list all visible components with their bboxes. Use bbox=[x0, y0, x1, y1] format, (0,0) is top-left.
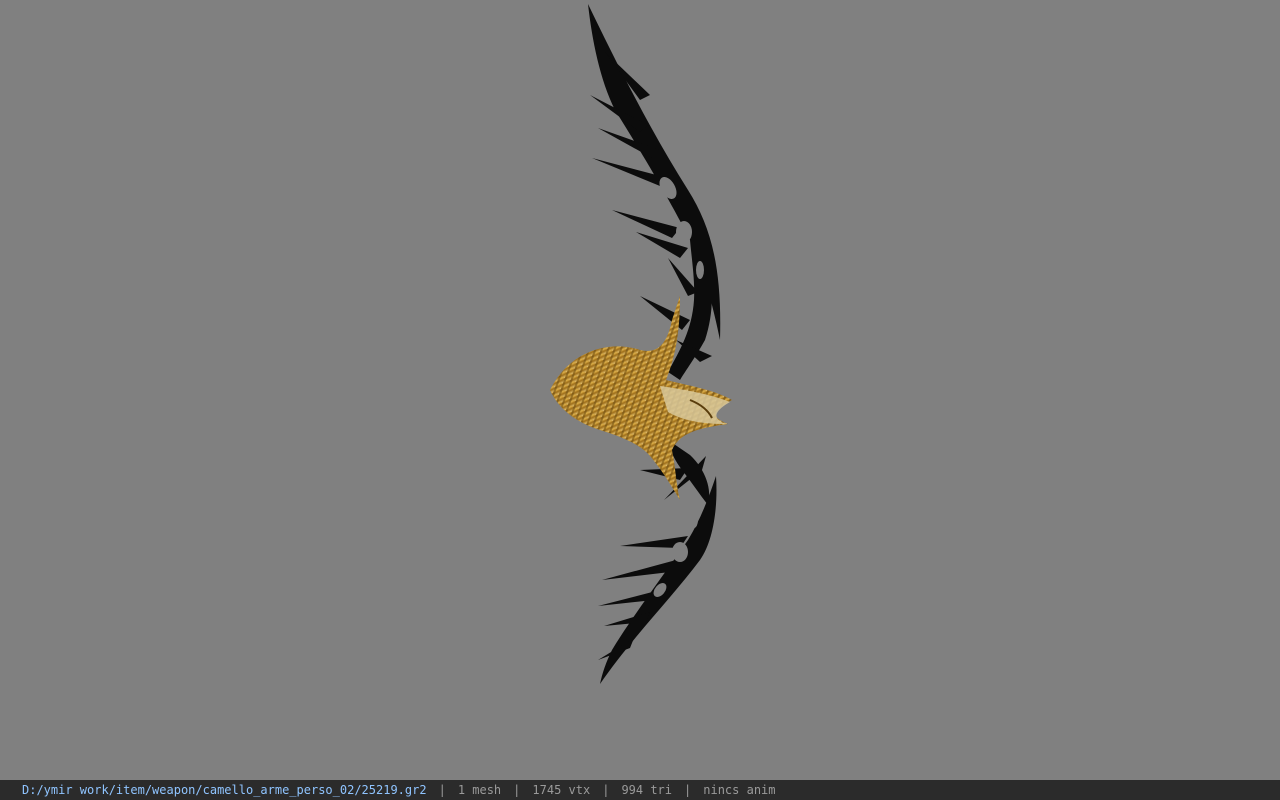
file-path: D:/ymir work/item/weapon/camello_arme_pe… bbox=[22, 783, 427, 797]
animation-status: nincs anim bbox=[703, 783, 776, 797]
status-bar: D:/ymir work/item/weapon/camello_arme_pe… bbox=[0, 780, 1280, 800]
separator: | bbox=[438, 783, 446, 797]
upper-limb bbox=[588, 4, 721, 380]
vertex-count: 1745 vtx bbox=[532, 783, 591, 797]
lower-limb bbox=[598, 440, 717, 684]
mesh-count: 1 mesh bbox=[457, 783, 502, 797]
model-viewport[interactable] bbox=[0, 0, 1280, 780]
separator: | bbox=[513, 783, 521, 797]
separator: | bbox=[602, 783, 610, 797]
separator: | bbox=[684, 783, 692, 797]
triangle-count: 994 tri bbox=[621, 783, 673, 797]
bow-model bbox=[550, 4, 732, 684]
